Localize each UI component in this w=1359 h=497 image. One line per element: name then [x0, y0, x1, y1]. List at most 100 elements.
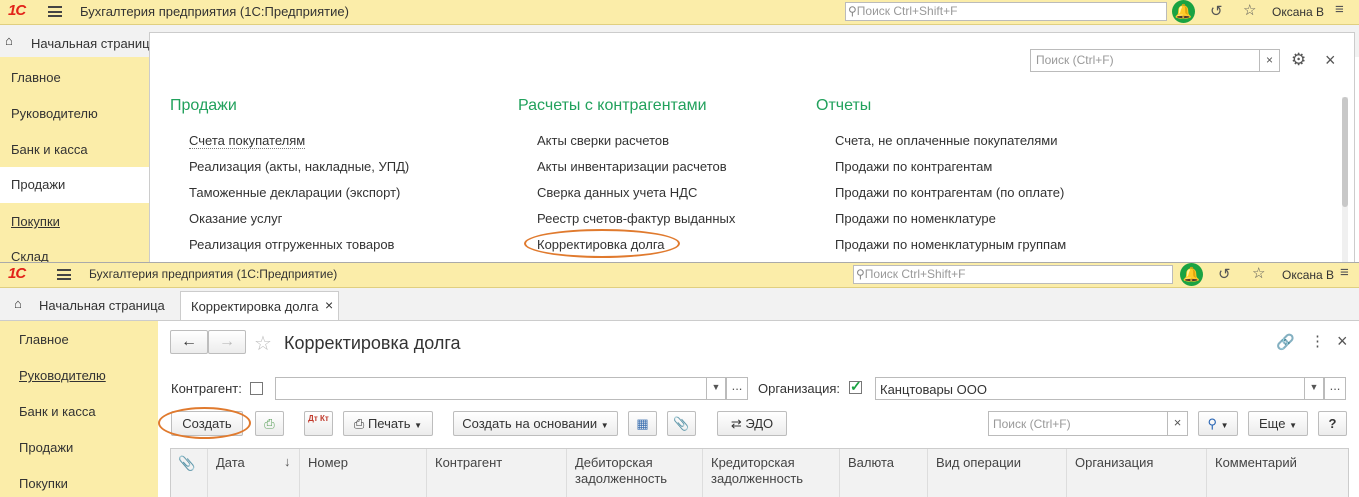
col-operation-type[interactable]: Вид операции [936, 455, 1021, 471]
edo-label: ЭДО [745, 416, 774, 431]
attachment-icon[interactable]: 📎 [667, 411, 696, 436]
link-customer-invoices[interactable]: Счета покупателям [189, 133, 306, 149]
print-button[interactable]: ⎙ Печать ▼ [343, 411, 433, 436]
top-sidebar-item-director[interactable]: Руководителю [0, 102, 149, 126]
bottom-sidebar-item-main[interactable]: Главное [0, 328, 158, 352]
history-icon[interactable]: ↺ [1210, 2, 1223, 20]
forward-button[interactable]: → [208, 330, 246, 354]
bottom-sidebar: Главное Руководителю Банк и касса Продаж… [0, 321, 158, 497]
list-search-clear-icon[interactable]: × [1167, 411, 1188, 436]
link-sales-by-item-group[interactable]: Продажи по номенклатурным группам [835, 237, 1066, 252]
col-receivables[interactable]: Дебиторская задолженность [575, 455, 667, 487]
bottom-user-name[interactable]: Оксана В [1282, 268, 1334, 282]
col-organization[interactable]: Организация [1075, 455, 1153, 471]
top-home-tab[interactable]: Начальная страница [31, 36, 157, 51]
list-search-input[interactable]: Поиск (Ctrl+F) [988, 411, 1168, 436]
list-search-placeholder: Поиск (Ctrl+F) [993, 417, 1071, 431]
doc-tab-close-icon[interactable]: × [325, 297, 333, 313]
star-icon[interactable]: ☆ [1243, 1, 1256, 19]
bottom-window-menu-icon[interactable]: ≡ [1340, 264, 1349, 281]
more-dropdown-icon: ▼ [1289, 421, 1297, 430]
link-customs-declarations[interactable]: Таможенные декларации (экспорт) [189, 185, 400, 200]
bottom-search-icon: ⚲ [856, 267, 865, 281]
link-icon[interactable]: 🔗 [1276, 333, 1295, 351]
organization-dropdown-icon[interactable]: ▼ [1304, 377, 1324, 400]
search-options-button[interactable]: ⚲ ▼ [1198, 411, 1238, 436]
bottom-sidebar-item-sales[interactable]: Продажи [0, 436, 158, 460]
organization-checkbox[interactable]: ✓ [849, 379, 862, 394]
bottom-home-tab[interactable]: Начальная страница [39, 298, 165, 313]
more-button[interactable]: Еще ▼ [1248, 411, 1308, 436]
top-user-name[interactable]: Оксана В [1272, 5, 1324, 19]
contragent-dropdown-icon[interactable]: ▼ [706, 377, 726, 400]
organization-input[interactable]: Канцтовары ООО [875, 377, 1305, 400]
bottom-home-icon: ⌂ [14, 296, 22, 311]
back-button[interactable]: ← [170, 330, 208, 354]
contragent-select-button[interactable]: ... [726, 377, 748, 400]
doc-tab[interactable]: Корректировка долга × [180, 291, 339, 320]
col-contragent[interactable]: Контрагент [435, 455, 502, 471]
col-separator [927, 449, 928, 497]
bell-icon[interactable]: 🔔 [1172, 0, 1195, 23]
form-close-icon[interactable]: × [1337, 331, 1348, 352]
bottom-sidebar-item-bank[interactable]: Банк и касса [0, 400, 158, 424]
close-icon[interactable]: × [1325, 50, 1336, 71]
printer-icon: ⎙ [353, 416, 365, 431]
bottom-history-icon[interactable]: ↺ [1218, 265, 1231, 283]
col-receivables-line2: задолженность [575, 471, 668, 486]
bottom-titlebar: 1С Бухгалтерия предприятия (1С:Предприят… [0, 263, 1359, 288]
panel-scrollbar-thumb[interactable] [1342, 97, 1348, 207]
dtkt-icon[interactable]: Дт Кт [304, 411, 333, 436]
favorite-star-icon[interactable]: ☆ [254, 331, 272, 356]
top-sidebar-item-bank[interactable]: Банк и касса [0, 138, 149, 162]
top-sidebar-item-main[interactable]: Главное [0, 66, 149, 90]
link-inventory-acts[interactable]: Акты инвентаризации расчетов [537, 159, 727, 174]
link-sales-by-contragent[interactable]: Продажи по контрагентам [835, 159, 992, 174]
col-payables[interactable]: Кредиторская задолженность [711, 455, 803, 487]
link-sales-acts[interactable]: Реализация (акты, накладные, УПД) [189, 159, 409, 174]
create-based-button[interactable]: Создать на основании ▼ [453, 411, 618, 436]
organization-select-button[interactable]: ... [1324, 377, 1346, 400]
link-vat-reconciliation[interactable]: Сверка данных учета НДС [537, 185, 697, 200]
panel-search-placeholder: Поиск (Ctrl+F) [1036, 53, 1114, 67]
bottom-sidebar-item-purchases[interactable]: Покупки [0, 472, 158, 496]
bottom-bell-icon[interactable]: 🔔 [1180, 263, 1203, 286]
bottom-sidebar-item-director[interactable]: Руководителю [0, 364, 158, 388]
top-sidebar-item-sales[interactable]: Продажи [0, 167, 149, 203]
panel-scrollbar[interactable] [1342, 97, 1348, 263]
panel-search-clear-icon[interactable]: × [1259, 49, 1280, 72]
panel-search-input[interactable]: Поиск (Ctrl+F) [1030, 49, 1260, 72]
col-comment[interactable]: Комментарий [1215, 455, 1297, 471]
top-menu-icon[interactable] [48, 6, 62, 17]
top-sidebar-item-purchases[interactable]: Покупки [0, 210, 149, 234]
top-global-search[interactable]: ⚲Поиск Ctrl+Shift+F [845, 2, 1167, 21]
link-sales-by-item[interactable]: Продажи по номенклатуре [835, 211, 996, 226]
col-number[interactable]: Номер [308, 455, 348, 471]
gear-icon[interactable]: ⚙ [1291, 50, 1306, 70]
top-window-menu-icon[interactable]: ≡ [1335, 1, 1344, 18]
col-payables-line2: задолженность [711, 471, 804, 486]
copy-doc-icon[interactable]: ⎙ [255, 411, 284, 436]
link-sales-by-contragent-payment[interactable]: Продажи по контрагентам (по оплате) [835, 185, 1064, 200]
bottom-global-search[interactable]: ⚲Поиск Ctrl+Shift+F [853, 265, 1173, 284]
structure-icon[interactable]: ▦ [628, 411, 657, 436]
top-app-title: Бухгалтерия предприятия (1С:Предприятие) [80, 4, 349, 19]
link-reconciliation-acts[interactable]: Акты сверки расчетов [537, 133, 669, 148]
link-invoice-register[interactable]: Реестр счетов-фактур выданных [537, 211, 735, 226]
link-services[interactable]: Оказание услуг [189, 211, 282, 226]
contragent-checkbox[interactable] [250, 382, 263, 395]
edo-icon: ⇄ [730, 416, 742, 431]
bottom-star-icon[interactable]: ☆ [1252, 264, 1265, 282]
link-shipped-goods[interactable]: Реализация отгруженных товаров [189, 237, 394, 252]
col-separator [566, 449, 567, 497]
link-unpaid-invoices[interactable]: Счета, не оплаченные покупателями [835, 133, 1057, 148]
col-date[interactable]: Дата [216, 455, 245, 471]
help-button[interactable]: ? [1318, 411, 1347, 436]
bottom-menu-icon[interactable] [57, 269, 71, 280]
edo-button[interactable]: ⇄ ЭДО [717, 411, 787, 436]
create-based-label: Создать на основании [462, 416, 598, 431]
more-vert-icon[interactable]: ⋮ [1310, 332, 1325, 350]
contragent-input[interactable] [275, 377, 707, 400]
col-currency[interactable]: Валюта [848, 455, 894, 471]
col-separator [839, 449, 840, 497]
